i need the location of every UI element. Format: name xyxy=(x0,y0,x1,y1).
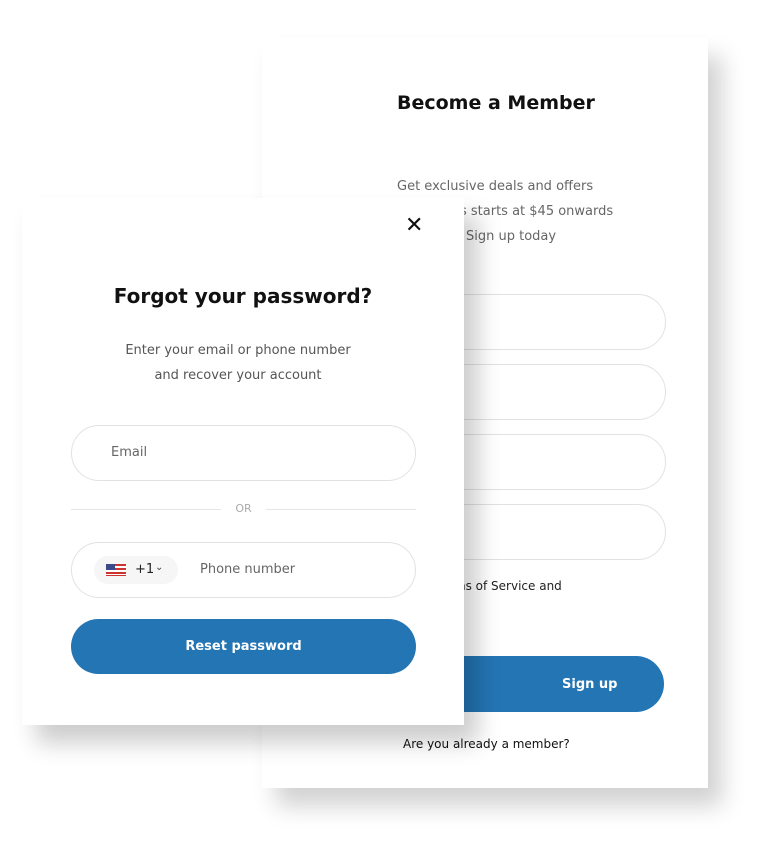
modal-title: Forgot your password? xyxy=(113,284,373,308)
email-input[interactable]: Email xyxy=(71,425,416,481)
subtitle-line: and recover your account xyxy=(154,368,322,383)
forgot-password-modal: ✕ Forgot your password? Enter your email… xyxy=(22,198,464,725)
modal-subtitle: Enter your email or phone number and rec… xyxy=(22,338,454,388)
email-placeholder: Email xyxy=(111,445,148,460)
country-code: +1 xyxy=(135,562,155,577)
signup-line: Sign up today xyxy=(466,229,557,244)
close-icon[interactable]: ✕ xyxy=(405,215,423,237)
signup-title: Become a Member xyxy=(397,92,595,114)
divider-line xyxy=(266,509,416,510)
country-selector[interactable]: +1 ⌄ xyxy=(94,556,178,584)
us-flag-icon xyxy=(106,564,126,576)
signup-line: s starts at $45 onwards xyxy=(460,204,614,219)
reset-password-button[interactable]: Reset password xyxy=(71,619,416,674)
signup-button-label: Sign up xyxy=(562,676,618,692)
or-divider: OR xyxy=(71,502,416,516)
chevron-down-icon: ⌄ xyxy=(155,562,164,573)
terms-text: ns of Service and xyxy=(458,579,562,593)
subtitle-line: Enter your email or phone number xyxy=(125,343,351,358)
phone-input[interactable]: +1 ⌄ Phone number xyxy=(71,542,416,598)
signup-line: Get exclusive deals and offers xyxy=(397,179,594,194)
member-link[interactable]: Are you already a member? xyxy=(403,737,570,751)
reset-password-label: Reset password xyxy=(185,639,302,654)
phone-placeholder: Phone number xyxy=(200,562,296,577)
